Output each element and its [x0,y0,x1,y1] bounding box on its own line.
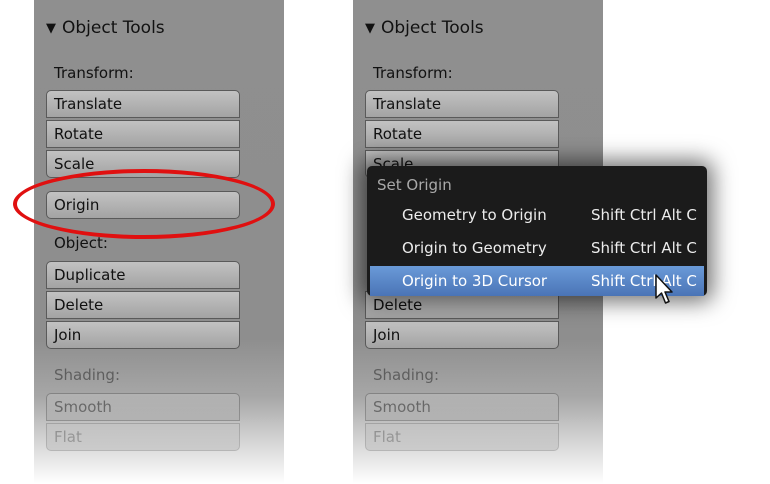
menu-item-shortcut: Shift Ctrl Alt C [591,239,697,257]
shading-label: Shading: [373,366,439,384]
rotate-button[interactable]: Rotate [365,120,559,148]
menu-item-shortcut: Shift Ctrl Alt C [591,206,697,224]
menu-item-shortcut: Shift Ctrl Alt C [591,272,697,290]
join-button[interactable]: Join [46,321,240,349]
transform-label: Transform: [373,64,453,82]
shading-label: Shading: [54,366,120,384]
translate-button[interactable]: Translate [46,90,240,118]
duplicate-button[interactable]: Duplicate [46,261,240,289]
delete-button[interactable]: Delete [46,291,240,319]
panel-header[interactable]: ▼ Object Tools [365,18,484,38]
menu-item-label: Origin to Geometry [402,239,547,257]
menu-title: Set Origin [377,176,452,194]
flat-button[interactable]: Flat [365,423,559,451]
menu-item-label: Geometry to Origin [402,206,547,224]
highlight-ellipse [13,169,275,239]
menu-item-label: Origin to 3D Cursor [402,272,548,290]
triangle-down-icon: ▼ [365,21,375,36]
panel-header[interactable]: ▼ Object Tools [46,18,165,38]
smooth-button[interactable]: Smooth [365,393,559,421]
flat-button[interactable]: Flat [46,423,240,451]
menu-item-geometry-to-origin[interactable]: Geometry to Origin Shift Ctrl Alt C [370,200,704,230]
menu-item-origin-to-geometry[interactable]: Origin to Geometry Shift Ctrl Alt C [370,233,704,263]
join-button[interactable]: Join [365,321,559,349]
triangle-down-icon: ▼ [46,21,56,36]
transform-label: Transform: [54,64,134,82]
mouse-pointer-icon [655,274,673,304]
object-tools-panel-left: ▼ Object Tools Transform: Translate Rotat… [34,0,284,484]
smooth-button[interactable]: Smooth [46,393,240,421]
rotate-button[interactable]: Rotate [46,120,240,148]
translate-button[interactable]: Translate [365,90,559,118]
